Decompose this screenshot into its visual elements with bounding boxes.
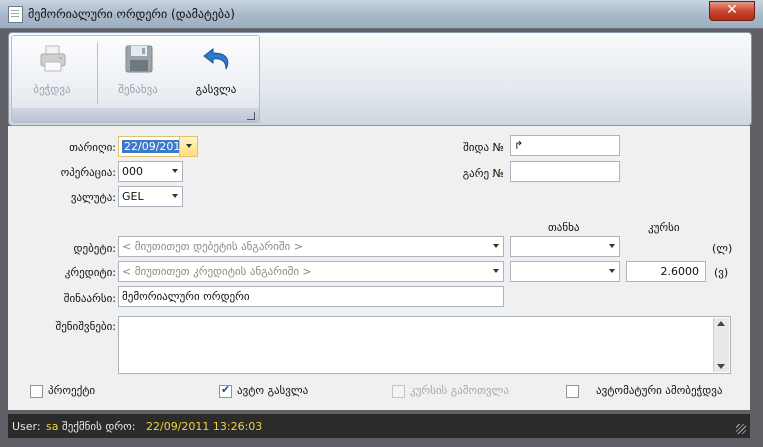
created-value: 22/09/2011 13:26:03 bbox=[146, 420, 263, 433]
checkbox-box[interactable] bbox=[566, 385, 579, 398]
checkbox-box[interactable] bbox=[219, 383, 232, 398]
created-label: შექმნის დრო: bbox=[62, 420, 136, 433]
operation-select[interactable]: 000 bbox=[118, 161, 183, 182]
chevron-down-icon bbox=[493, 269, 499, 273]
content-label: შინაარსი: bbox=[63, 292, 116, 305]
project-checkbox-label: პროექტი bbox=[48, 384, 96, 397]
credit-label: კრედიტი: bbox=[64, 266, 116, 279]
close-button[interactable]: ✕ bbox=[709, 1, 755, 21]
user-label: User: bbox=[12, 420, 41, 433]
scroll-up-icon[interactable] bbox=[717, 321, 725, 326]
dialog-window: მემორიალური ორდერი (დამატება) ✕ ბეჭდვა შ… bbox=[0, 0, 763, 447]
credit-amount-select[interactable] bbox=[510, 261, 620, 282]
credit-rate-field[interactable]: 2.6000 bbox=[626, 261, 706, 282]
exit-button[interactable]: გასვლა bbox=[180, 41, 252, 101]
chevron-down-icon bbox=[493, 244, 499, 248]
ribbon-group-footer bbox=[12, 108, 259, 122]
save-label: შენახვა bbox=[118, 83, 158, 96]
notes-scrollbar[interactable] bbox=[713, 318, 729, 372]
chevron-down-icon bbox=[172, 194, 178, 198]
debit-placeholder: < მიუთითეთ დებეტის ანგარიში > bbox=[122, 240, 303, 253]
title-bar[interactable]: მემორიალური ორდერი (დამატება) ✕ bbox=[0, 0, 763, 29]
window-title: მემორიალური ორდერი (დამატება) bbox=[28, 7, 235, 21]
currency-label: ვალუტა: bbox=[70, 191, 116, 204]
user-value: sa bbox=[46, 420, 59, 433]
rate-calc-checkbox-label: კურსის გამოთვლა bbox=[410, 384, 509, 397]
date-label: თარიღი: bbox=[69, 141, 116, 154]
print-button[interactable]: ბეჭდვა bbox=[16, 41, 88, 101]
debit-amount-select[interactable] bbox=[510, 236, 620, 257]
external-number-field[interactable] bbox=[510, 161, 620, 182]
external-number-label: გარე № bbox=[462, 167, 504, 180]
auto-print-checkbox-label: ავტომატური ამობეჭდვა bbox=[596, 384, 723, 397]
date-field[interactable]: 22/09/2011 bbox=[118, 136, 198, 157]
print-label: ბეჭდვა bbox=[33, 83, 71, 96]
chevron-down-icon bbox=[609, 244, 615, 248]
credit-currency-suffix: (ვ) bbox=[714, 266, 729, 279]
currency-value: GEL bbox=[122, 190, 144, 203]
dialog-launcher-icon[interactable] bbox=[247, 112, 255, 120]
debit-account-select[interactable]: < მიუთითეთ დებეტის ანგარიში > bbox=[118, 236, 504, 257]
operation-label: ოპერაცია: bbox=[60, 166, 116, 179]
credit-placeholder: < მიუთითეთ კრედიტის ანგარიში > bbox=[122, 265, 312, 278]
scroll-down-icon[interactable] bbox=[717, 364, 725, 369]
debit-label: დებეტი: bbox=[73, 242, 116, 255]
document-icon bbox=[8, 6, 23, 23]
chevron-down-icon bbox=[609, 269, 615, 273]
undo-arrow-icon bbox=[203, 47, 229, 70]
currency-select[interactable]: GEL bbox=[118, 186, 183, 207]
date-dropdown[interactable] bbox=[179, 137, 197, 156]
ribbon: ბეჭდვა შენახვა გასვლა bbox=[8, 32, 752, 126]
debit-currency-suffix: (ლ) bbox=[712, 242, 733, 255]
chevron-down-icon bbox=[186, 144, 192, 148]
credit-account-select[interactable]: < მიუთითეთ კრედიტის ანგარიში > bbox=[118, 261, 504, 282]
notes-label: შენიშვნები: bbox=[55, 320, 116, 333]
save-button[interactable]: შენახვა bbox=[102, 41, 174, 101]
printer-icon bbox=[40, 45, 66, 72]
exit-label: გასვლა bbox=[195, 83, 237, 96]
status-bar: User: sa შექმნის დრო: 22/09/2011 13:26:0… bbox=[8, 414, 750, 438]
rate-column-header: კურსი bbox=[648, 221, 680, 234]
content-field[interactable]: მემორიალური ორდერი bbox=[118, 286, 504, 307]
resize-grip-icon[interactable] bbox=[736, 424, 746, 434]
checkbox-box[interactable] bbox=[30, 385, 43, 398]
checkbox-box bbox=[392, 385, 405, 398]
amount-column-header: თანხა bbox=[548, 221, 580, 234]
internal-number-field[interactable]: ↱ bbox=[510, 135, 620, 156]
ribbon-separator bbox=[97, 42, 98, 104]
chevron-down-icon bbox=[172, 169, 178, 173]
operation-value: 000 bbox=[122, 165, 143, 178]
notes-textarea[interactable] bbox=[118, 316, 731, 374]
floppy-disk-icon bbox=[125, 45, 153, 73]
order-form: თარიღი: 22/09/2011 ოპერაცია: 000 ვალუტა:… bbox=[8, 126, 750, 410]
internal-number-label: შიდა № bbox=[463, 141, 504, 154]
ribbon-group: ბეჭდვა შენახვა გასვლა bbox=[11, 35, 260, 123]
auto-exit-checkbox-label: ავტო გასვლა bbox=[237, 384, 309, 397]
